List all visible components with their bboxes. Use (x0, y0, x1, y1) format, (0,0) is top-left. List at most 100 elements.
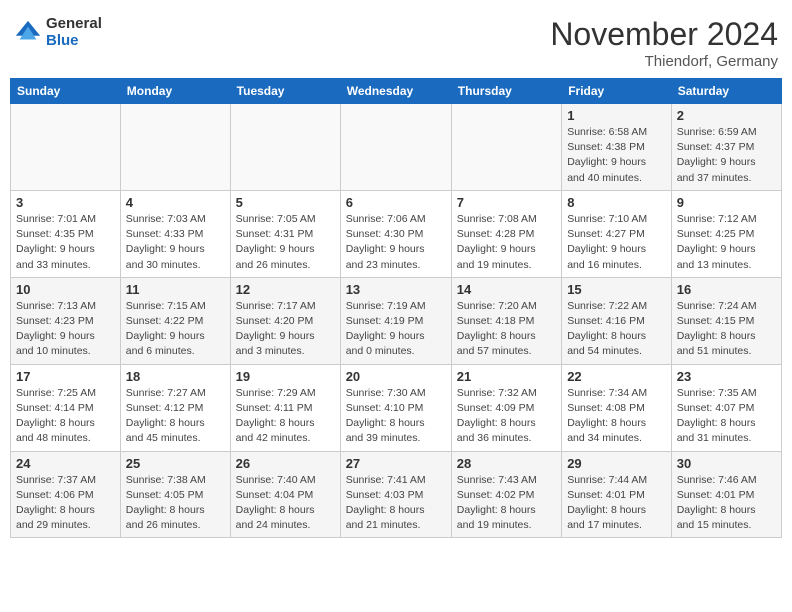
day-info: Sunrise: 7:05 AM Sunset: 4:31 PM Dayligh… (236, 212, 335, 273)
day-number: 7 (457, 195, 556, 210)
day-cell: 1Sunrise: 6:58 AM Sunset: 4:38 PM Daylig… (562, 104, 672, 191)
day-number: 30 (677, 456, 776, 471)
day-info: Sunrise: 7:19 AM Sunset: 4:19 PM Dayligh… (346, 299, 446, 360)
day-cell (11, 104, 121, 191)
day-info: Sunrise: 7:15 AM Sunset: 4:22 PM Dayligh… (126, 299, 225, 360)
day-info: Sunrise: 7:24 AM Sunset: 4:15 PM Dayligh… (677, 299, 776, 360)
day-info: Sunrise: 7:27 AM Sunset: 4:12 PM Dayligh… (126, 386, 225, 447)
logo-blue: Blue (46, 33, 102, 50)
day-number: 22 (567, 369, 666, 384)
logo: General Blue (14, 16, 102, 49)
day-cell: 9 Sunrise: 7:12 AM Sunset: 4:25 PM Daylig… (671, 190, 781, 277)
calendar-body: 1Sunrise: 6:58 AM Sunset: 4:38 PM Daylig… (11, 104, 782, 538)
logo-general: General (46, 16, 102, 33)
day-cell: 8Sunrise: 7:10 AM Sunset: 4:27 PM Daylig… (562, 190, 672, 277)
day-cell: 10Sunrise: 7:13 AM Sunset: 4:23 PM Dayli… (11, 277, 121, 364)
day-cell: 11 Sunrise: 7:15 AM Sunset: 4:22 PM Dayli… (120, 277, 230, 364)
week-row-2: 3 Sunrise: 7:01 AM Sunset: 4:35 PM Daylig… (11, 190, 782, 277)
month-title: November 2024 (550, 16, 778, 53)
day-info: Sunrise: 7:38 AM Sunset: 4:05 PM Dayligh… (126, 473, 225, 534)
day-cell (230, 104, 340, 191)
day-number: 12 (236, 282, 335, 297)
day-cell: 29 Sunrise: 7:44 AM Sunset: 4:01 PM Dayli… (562, 451, 672, 538)
day-cell: 24Sunrise: 7:37 AM Sunset: 4:06 PM Dayli… (11, 451, 121, 538)
day-info: Sunrise: 7:01 AM Sunset: 4:35 PM Dayligh… (16, 212, 115, 273)
day-info: Sunrise: 7:40 AM Sunset: 4:04 PM Dayligh… (236, 473, 335, 534)
day-cell: 12 Sunrise: 7:17 AM Sunset: 4:20 PM Dayli… (230, 277, 340, 364)
day-cell: 3 Sunrise: 7:01 AM Sunset: 4:35 PM Daylig… (11, 190, 121, 277)
day-cell: 6 Sunrise: 7:06 AM Sunset: 4:30 PM Daylig… (340, 190, 451, 277)
header-day-monday: Monday (120, 79, 230, 104)
day-info: Sunrise: 7:17 AM Sunset: 4:20 PM Dayligh… (236, 299, 335, 360)
day-number: 14 (457, 282, 556, 297)
day-info: Sunrise: 7:06 AM Sunset: 4:30 PM Dayligh… (346, 212, 446, 273)
day-number: 2 (677, 108, 776, 123)
day-cell: 30 Sunrise: 7:46 AM Sunset: 4:01 PM Dayli… (671, 451, 781, 538)
location-title: Thiendorf, Germany (550, 53, 778, 70)
day-number: 10 (16, 282, 115, 297)
day-number: 6 (346, 195, 446, 210)
day-info: Sunrise: 7:12 AM Sunset: 4:25 PM Dayligh… (677, 212, 776, 273)
day-info: Sunrise: 7:46 AM Sunset: 4:01 PM Dayligh… (677, 473, 776, 534)
day-info: Sunrise: 7:34 AM Sunset: 4:08 PM Dayligh… (567, 386, 666, 447)
week-row-5: 24Sunrise: 7:37 AM Sunset: 4:06 PM Dayli… (11, 451, 782, 538)
day-number: 16 (677, 282, 776, 297)
day-number: 1 (567, 108, 666, 123)
day-cell: 23 Sunrise: 7:35 AM Sunset: 4:07 PM Dayli… (671, 364, 781, 451)
day-info: Sunrise: 7:44 AM Sunset: 4:01 PM Dayligh… (567, 473, 666, 534)
day-number: 26 (236, 456, 335, 471)
day-cell: 16 Sunrise: 7:24 AM Sunset: 4:15 PM Dayli… (671, 277, 781, 364)
day-number: 3 (16, 195, 115, 210)
day-cell: 27 Sunrise: 7:41 AM Sunset: 4:03 PM Dayli… (340, 451, 451, 538)
day-cell: 26 Sunrise: 7:40 AM Sunset: 4:04 PM Dayli… (230, 451, 340, 538)
day-number: 4 (126, 195, 225, 210)
day-number: 28 (457, 456, 556, 471)
header-day-wednesday: Wednesday (340, 79, 451, 104)
day-info: Sunrise: 7:10 AM Sunset: 4:27 PM Dayligh… (567, 212, 666, 273)
day-info: Sunrise: 7:32 AM Sunset: 4:09 PM Dayligh… (457, 386, 556, 447)
day-cell: 25 Sunrise: 7:38 AM Sunset: 4:05 PM Dayli… (120, 451, 230, 538)
day-cell: 21 Sunrise: 7:32 AM Sunset: 4:09 PM Dayli… (451, 364, 561, 451)
day-info: Sunrise: 7:29 AM Sunset: 4:11 PM Dayligh… (236, 386, 335, 447)
day-cell: 5Sunrise: 7:05 AM Sunset: 4:31 PM Daylig… (230, 190, 340, 277)
day-cell: 20Sunrise: 7:30 AM Sunset: 4:10 PM Dayli… (340, 364, 451, 451)
day-info: Sunrise: 7:22 AM Sunset: 4:16 PM Dayligh… (567, 299, 666, 360)
day-number: 25 (126, 456, 225, 471)
day-info: Sunrise: 7:20 AM Sunset: 4:18 PM Dayligh… (457, 299, 556, 360)
day-number: 11 (126, 282, 225, 297)
day-number: 27 (346, 456, 446, 471)
week-row-4: 17 Sunrise: 7:25 AM Sunset: 4:14 PM Dayli… (11, 364, 782, 451)
day-number: 21 (457, 369, 556, 384)
day-number: 29 (567, 456, 666, 471)
day-cell: 17 Sunrise: 7:25 AM Sunset: 4:14 PM Dayli… (11, 364, 121, 451)
day-info: Sunrise: 7:35 AM Sunset: 4:07 PM Dayligh… (677, 386, 776, 447)
week-row-3: 10Sunrise: 7:13 AM Sunset: 4:23 PM Dayli… (11, 277, 782, 364)
day-cell: 13Sunrise: 7:19 AM Sunset: 4:19 PM Dayli… (340, 277, 451, 364)
day-info: Sunrise: 7:43 AM Sunset: 4:02 PM Dayligh… (457, 473, 556, 534)
day-info: Sunrise: 7:41 AM Sunset: 4:03 PM Dayligh… (346, 473, 446, 534)
day-number: 19 (236, 369, 335, 384)
day-number: 23 (677, 369, 776, 384)
header-row: SundayMondayTuesdayWednesdayThursdayFrid… (11, 79, 782, 104)
logo-text: General Blue (46, 16, 102, 49)
calendar-table: SundayMondayTuesdayWednesdayThursdayFrid… (10, 78, 782, 538)
day-number: 15 (567, 282, 666, 297)
day-cell: 14 Sunrise: 7:20 AM Sunset: 4:18 PM Dayli… (451, 277, 561, 364)
header-day-saturday: Saturday (671, 79, 781, 104)
day-number: 24 (16, 456, 115, 471)
day-info: Sunrise: 6:59 AM Sunset: 4:37 PM Dayligh… (677, 125, 776, 186)
day-info: Sunrise: 7:30 AM Sunset: 4:10 PM Dayligh… (346, 386, 446, 447)
calendar-header: SundayMondayTuesdayWednesdayThursdayFrid… (11, 79, 782, 104)
day-number: 9 (677, 195, 776, 210)
day-number: 18 (126, 369, 225, 384)
header-day-friday: Friday (562, 79, 672, 104)
header: General Blue November 2024 Thiendorf, Ge… (10, 10, 782, 72)
logo-icon (14, 19, 42, 47)
day-number: 17 (16, 369, 115, 384)
day-cell: 15 Sunrise: 7:22 AM Sunset: 4:16 PM Dayli… (562, 277, 672, 364)
day-cell: 4Sunrise: 7:03 AM Sunset: 4:33 PM Daylig… (120, 190, 230, 277)
day-info: Sunrise: 7:25 AM Sunset: 4:14 PM Dayligh… (16, 386, 115, 447)
day-cell (340, 104, 451, 191)
title-area: November 2024 Thiendorf, Germany (550, 16, 778, 70)
day-cell: 19 Sunrise: 7:29 AM Sunset: 4:11 PM Dayli… (230, 364, 340, 451)
